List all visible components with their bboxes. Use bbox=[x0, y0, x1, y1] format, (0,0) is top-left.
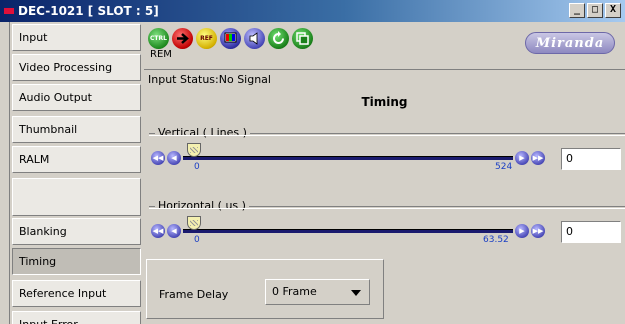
sidebar-item-input[interactable]: Input bbox=[12, 24, 141, 51]
horizontal-max: 63.52 bbox=[483, 235, 509, 245]
window-title: DEC-1021 [ SLOT : 5] bbox=[18, 4, 159, 18]
frame-delay-value: 0 Frame bbox=[272, 285, 317, 298]
vertical-slider: ◀◀ ◀ 0 524 ▶ ▶▶ 0 bbox=[149, 143, 625, 173]
sidebar-item-blank[interactable] bbox=[12, 178, 141, 216]
refresh-icon[interactable] bbox=[268, 28, 289, 49]
arrow-icon[interactable] bbox=[172, 28, 193, 49]
frame-delay-panel: Frame Delay 0 Frame bbox=[146, 259, 384, 319]
horizontal-min: 0 bbox=[194, 235, 200, 245]
vertical-fast-back-button[interactable]: ◀◀ bbox=[151, 151, 165, 165]
horizontal-slider-track[interactable] bbox=[183, 229, 513, 233]
audio-icon[interactable] bbox=[244, 28, 265, 49]
sidebar: Input Video Processing Audio Output Thum… bbox=[10, 22, 143, 324]
vertical-group: Vertical ( Lines ) bbox=[149, 126, 625, 139]
maximize-button[interactable]: □ bbox=[587, 3, 603, 18]
section-title: Timing bbox=[361, 95, 408, 109]
horizontal-step-back-button[interactable]: ◀ bbox=[167, 224, 181, 238]
title-bar: DEC-1021 [ SLOT : 5] _ □ X bbox=[0, 0, 625, 22]
toolbar: CTRL REF REM Miranda bbox=[144, 22, 625, 70]
chevron-down-icon bbox=[351, 290, 361, 296]
vertical-slider-track[interactable] bbox=[183, 156, 513, 160]
monitor-glyph bbox=[224, 32, 237, 43]
horizontal-value-field[interactable]: 0 bbox=[561, 221, 621, 243]
horizontal-fast-back-button[interactable]: ◀◀ bbox=[151, 224, 165, 238]
sidebar-item-reference-input[interactable]: Reference Input bbox=[12, 280, 141, 307]
sidebar-item-audio-output[interactable]: Audio Output bbox=[12, 84, 141, 111]
horizontal-slider-thumb[interactable] bbox=[187, 216, 201, 230]
refresh-glyph bbox=[273, 31, 284, 44]
miranda-logo: Miranda bbox=[525, 32, 615, 54]
left-rail bbox=[0, 22, 10, 324]
speaker-glyph bbox=[249, 32, 258, 45]
sidebar-item-input-error[interactable]: Input Error bbox=[12, 311, 141, 324]
vertical-fast-forward-button[interactable]: ▶▶ bbox=[531, 151, 545, 165]
arrow-glyph bbox=[177, 33, 189, 44]
frame-delay-dropdown[interactable]: 0 Frame bbox=[265, 279, 370, 305]
sidebar-item-timing[interactable]: Timing bbox=[12, 248, 141, 275]
vertical-max: 524 bbox=[495, 162, 513, 172]
horizontal-slider: ◀◀ ◀ 0 63.52 ▶ ▶▶ 0 bbox=[149, 216, 625, 246]
monitor-icon[interactable] bbox=[220, 28, 241, 49]
vertical-min: 0 bbox=[194, 162, 200, 172]
horizontal-label: Horizontal ( us ) bbox=[155, 199, 249, 212]
rem-label: REM bbox=[150, 49, 172, 60]
vertical-label: Vertical ( Lines ) bbox=[155, 126, 250, 139]
content-panel: Input Status:No Signal Timing Vertical (… bbox=[144, 71, 625, 324]
horizontal-fast-forward-button[interactable]: ▶▶ bbox=[531, 224, 545, 238]
vertical-step-back-button[interactable]: ◀ bbox=[167, 151, 181, 165]
frame-delay-label: Frame Delay bbox=[159, 288, 229, 301]
sidebar-item-ralm[interactable]: RALM bbox=[12, 146, 141, 173]
horizontal-group: Horizontal ( us ) bbox=[149, 199, 625, 212]
copy-icon[interactable] bbox=[292, 28, 313, 49]
sidebar-item-video-processing[interactable]: Video Processing bbox=[12, 54, 141, 81]
sidebar-item-thumbnail[interactable]: Thumbnail bbox=[12, 116, 141, 143]
window-controls: _ □ X bbox=[569, 3, 621, 18]
input-status: Input Status:No Signal bbox=[148, 73, 271, 86]
horizontal-step-forward-button[interactable]: ▶ bbox=[515, 224, 529, 238]
vertical-value-field[interactable]: 0 bbox=[561, 148, 621, 170]
vertical-step-forward-button[interactable]: ▶ bbox=[515, 151, 529, 165]
app-icon bbox=[4, 8, 14, 14]
copy-glyph bbox=[296, 32, 309, 45]
minimize-button[interactable]: _ bbox=[569, 3, 585, 18]
sidebar-item-blanking[interactable]: Blanking bbox=[12, 218, 141, 245]
vertical-slider-thumb[interactable] bbox=[187, 143, 201, 157]
ref-icon[interactable]: REF bbox=[196, 28, 217, 49]
close-button[interactable]: X bbox=[605, 3, 621, 18]
ctrl-icon[interactable]: CTRL bbox=[148, 28, 169, 49]
